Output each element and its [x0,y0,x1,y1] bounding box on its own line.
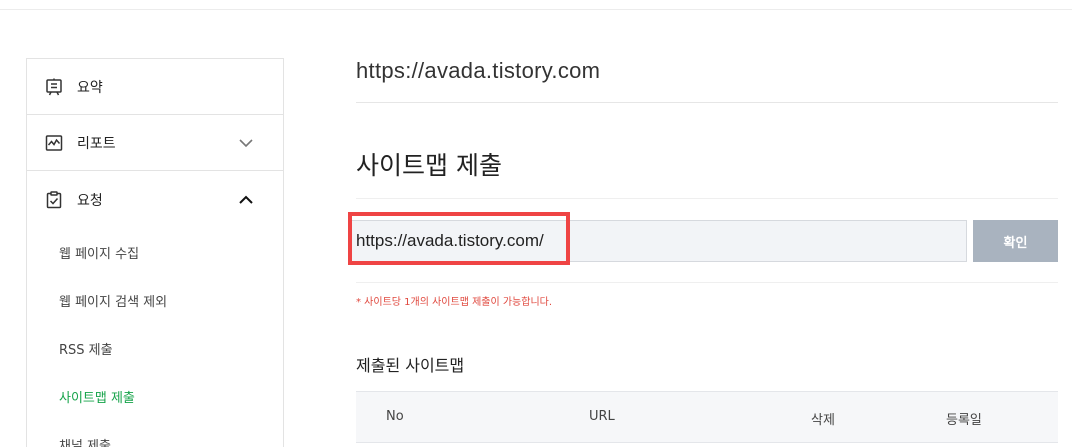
site-url-title: https://avada.tistory.com [356,58,601,83]
column-header-no: No [386,409,404,424]
submitted-sitemaps-heading: 제출된 사이트맵 [356,356,465,375]
sitemap-table-header: No URL 삭제 등록일 [356,391,1058,443]
sidebar-item-label: 요청 [77,192,103,209]
request-icon [44,190,64,210]
submenu-item-rss-submit[interactable]: RSS 제출 [27,324,283,372]
column-header-delete: 삭제 [811,413,835,428]
submenu-item-web-page-exclude[interactable]: 웹 페이지 검색 제외 [27,276,283,324]
divider [356,102,1058,103]
sidebar-item-summary[interactable]: 요약 [27,60,283,114]
submenu-item-sitemap-submit[interactable]: 사이트맵 제출 [27,372,283,420]
summary-icon [44,77,64,97]
confirm-button[interactable]: 확인 [973,220,1058,262]
sitemap-url-input[interactable] [350,221,966,261]
sidebar-item-label: 요약 [77,80,103,96]
sidebar-item-report[interactable]: 리포트 [27,114,283,170]
submenu-item-web-page-collect[interactable]: 웹 페이지 수집 [27,228,283,276]
sidebar-item-label: 리포트 [77,135,116,152]
sidebar: 요약 리포트 요청 웹 페이지 수집 웹 페이지 검색 제외 RSS 제출 사이… [26,58,284,447]
notice-text: * 사이트당 1개의 사이트맵 제출이 가능합니다. [356,297,553,308]
sidebar-item-request[interactable]: 요청 [27,170,283,228]
chevron-down-icon[interactable] [237,134,255,152]
sitemap-url-field-wrapper [349,220,967,262]
request-submenu: 웹 페이지 수집 웹 페이지 검색 제외 RSS 제출 사이트맵 제출 채널 제… [27,228,283,447]
divider [356,198,1058,199]
divider [356,282,1058,283]
column-header-url: URL [589,409,615,424]
column-header-date: 등록일 [946,413,982,428]
page-title: 사이트맵 제출 [356,151,502,180]
submenu-item-channel-submit[interactable]: 채널 제출 [27,420,283,447]
chevron-up-icon[interactable] [237,191,255,209]
top-divider [0,9,1072,10]
report-icon [44,133,64,153]
